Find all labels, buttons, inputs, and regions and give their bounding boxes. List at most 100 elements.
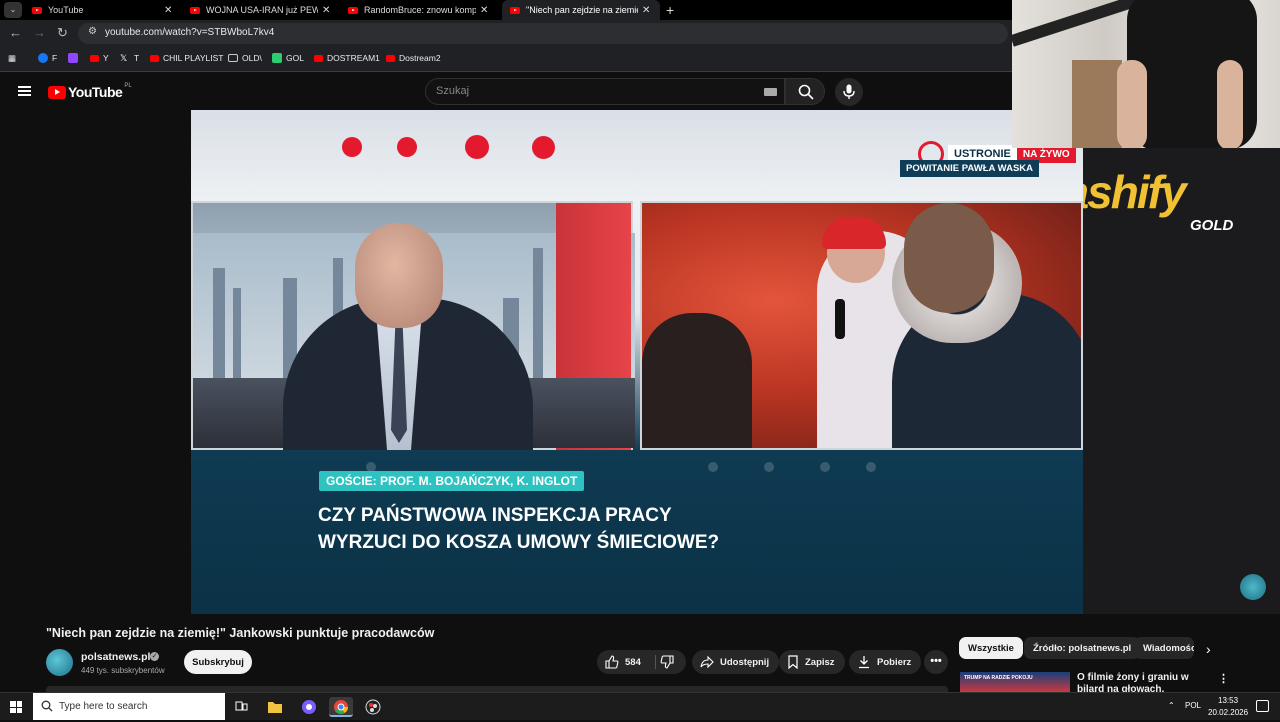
messenger-icon[interactable] <box>297 697 321 717</box>
download-button[interactable]: Pobierz <box>849 650 922 674</box>
windows-start-icon[interactable] <box>10 701 22 713</box>
news-anchor <box>355 223 443 328</box>
taskbar-clock[interactable]: 13:53 20.02.2026 <box>1208 695 1248 719</box>
studio-frame <box>191 201 635 450</box>
chrome-icon[interactable] <box>329 697 353 717</box>
chip-news[interactable]: Wiadomości <box>1134 637 1194 659</box>
verified-check-icon: ✓ <box>150 652 159 661</box>
bookmark-item[interactable]: CHIL PLAYLIST <box>150 53 223 63</box>
browser-tab[interactable]: YouTube ✕ <box>24 0 182 20</box>
thumbs-down-icon <box>660 655 674 669</box>
save-label: Zapisz <box>805 656 835 668</box>
youtube-play-icon <box>48 85 66 99</box>
taskbar-search-placeholder: Type here to search <box>59 701 148 712</box>
x-icon: 𝕏 <box>120 53 128 63</box>
youtube-icon <box>90 54 99 62</box>
clock-date: 20.02.2026 <box>1208 708 1249 717</box>
channel-watermark-icon[interactable] <box>1240 574 1266 600</box>
task-view-icon[interactable] <box>229 697 253 717</box>
browser-tab[interactable]: WOJNA USA-IRAN już PEWNA? ✕ <box>182 0 340 20</box>
dislike-button[interactable] <box>660 655 680 672</box>
chip-source[interactable]: Źródło: polsatnews.pl <box>1024 637 1141 659</box>
youtube-logo[interactable]: YouTube PL <box>48 83 132 100</box>
microphone-icon <box>843 84 855 99</box>
thumbs-up-icon <box>605 655 619 669</box>
voice-search-button[interactable] <box>835 78 863 106</box>
apps-grid-icon[interactable]: ▦ <box>8 53 16 64</box>
new-tab-plus-icon[interactable]: + <box>666 0 674 20</box>
facebook-icon <box>38 53 48 63</box>
channel-avatar[interactable] <box>46 649 73 676</box>
forward-arrow-icon[interactable]: → <box>33 25 46 41</box>
search-button[interactable] <box>785 78 825 105</box>
thumbnail-text: TRUMP NA RADZIE POKOJU <box>964 675 1033 681</box>
share-arrow-icon <box>700 655 714 669</box>
tab-search-button[interactable]: ⌄ <box>4 2 22 18</box>
subscribe-button[interactable]: Subskrybuj <box>184 650 252 674</box>
close-tab-icon[interactable]: ✕ <box>322 5 330 16</box>
video-player[interactable]: USTRONIE NA ŻYWO POWITANIE PAWŁA WASKA G… <box>191 110 1083 614</box>
tab-title: YouTube <box>48 5 84 15</box>
file-explorer-icon[interactable] <box>263 697 287 717</box>
news-headline: CZY PAŃSTWOWA INSPEKCJA PRACY WYRZUCI DO… <box>318 502 719 556</box>
headline-line: CZY PAŃSTWOWA INSPEKCJA PRACY <box>318 505 672 526</box>
save-button[interactable]: Zapisz <box>779 650 845 674</box>
obs-icon[interactable] <box>361 697 385 717</box>
search-input[interactable] <box>436 85 746 97</box>
clock-time: 13:53 <box>1218 696 1239 705</box>
taskbar-search[interactable]: Type here to search <box>33 693 225 720</box>
address-bar[interactable]: ⚙ youtube.com/watch?v=STBWboL7kv4 <box>78 23 1008 44</box>
back-arrow-icon[interactable]: ← <box>9 25 22 41</box>
bookmark-item[interactable]: F <box>38 53 57 63</box>
bookmark-label: Dostream2 <box>399 53 441 63</box>
browser-tab[interactable]: RandomBruce: znowu komp do ✕ <box>340 0 500 20</box>
reload-icon[interactable]: ↻ <box>57 25 68 41</box>
browser-tab-active[interactable]: "Niech pan zejdzie na ziemię!" J ✕ <box>502 0 660 20</box>
channel-name[interactable]: polsatnews.pl <box>81 651 150 663</box>
more-actions-button[interactable]: ••• <box>924 650 948 674</box>
bookmark-label: CHIL PLAYLIST <box>163 53 224 63</box>
bookmark-item[interactable]: GOL <box>272 53 304 63</box>
tab-title: RandomBruce: znowu komp do <box>364 5 476 15</box>
like-button[interactable]: 584 <box>605 655 641 669</box>
streamer-webcam <box>1012 0 1280 148</box>
youtube-favicon-icon <box>510 6 520 14</box>
bookmark-item[interactable]: Dostream2 <box>386 53 441 63</box>
language-indicator[interactable]: POL <box>1185 701 1201 710</box>
tab-title: WOJNA USA-IRAN już PEWNA? <box>206 5 318 15</box>
like-dislike-group: 584 <box>597 650 686 674</box>
youtube-icon <box>386 54 395 62</box>
share-button[interactable]: Udostępnij <box>692 650 780 674</box>
bookmark-item[interactable] <box>68 53 82 63</box>
close-tab-icon[interactable]: ✕ <box>642 5 650 16</box>
youtube-icon <box>314 54 323 62</box>
region-code: PL <box>124 83 132 89</box>
close-tab-icon[interactable]: ✕ <box>480 5 488 16</box>
bookmark-item[interactable]: 𝕏T <box>120 53 139 63</box>
tray-chevron-up-icon[interactable]: ⌃ <box>1168 701 1175 710</box>
sponsor-sub: GOLD <box>1190 217 1234 234</box>
windows-taskbar: Type here to search ⌃ POL 13:53 20.02.20… <box>0 692 1280 720</box>
close-tab-icon[interactable]: ✕ <box>164 5 172 16</box>
notification-icon[interactable] <box>1256 700 1269 712</box>
share-label: Udostępnij <box>720 656 770 668</box>
live-report-frame <box>640 201 1083 450</box>
chevron-right-icon[interactable]: › <box>1206 641 1211 657</box>
like-count: 584 <box>625 656 641 668</box>
bookmark-folder[interactable]: OLD\ <box>228 53 262 63</box>
menu-hamburger-icon[interactable] <box>18 86 31 96</box>
folder-icon <box>228 54 238 62</box>
youtube-header: YouTube PL <box>0 73 1012 110</box>
download-icon <box>859 656 869 669</box>
chip-all[interactable]: Wszystkie <box>959 637 1023 659</box>
related-more-icon[interactable]: ⋮ <box>1218 672 1229 685</box>
related-thumbnail[interactable]: TRUMP NA RADZIE POKOJU <box>960 672 1070 692</box>
youtube-icon <box>150 54 159 62</box>
search-box[interactable] <box>425 78 785 105</box>
bookmark-item[interactable]: DOSTREAM1 <box>314 53 380 63</box>
decor-dot <box>342 137 362 157</box>
bookmark-item[interactable]: Y <box>90 53 109 63</box>
site-info-icon[interactable]: ⚙ <box>88 26 97 37</box>
keyboard-icon[interactable] <box>764 88 777 96</box>
related-video-title[interactable]: O filmie żony i graniu w bilard na głowa… <box>1077 672 1207 692</box>
